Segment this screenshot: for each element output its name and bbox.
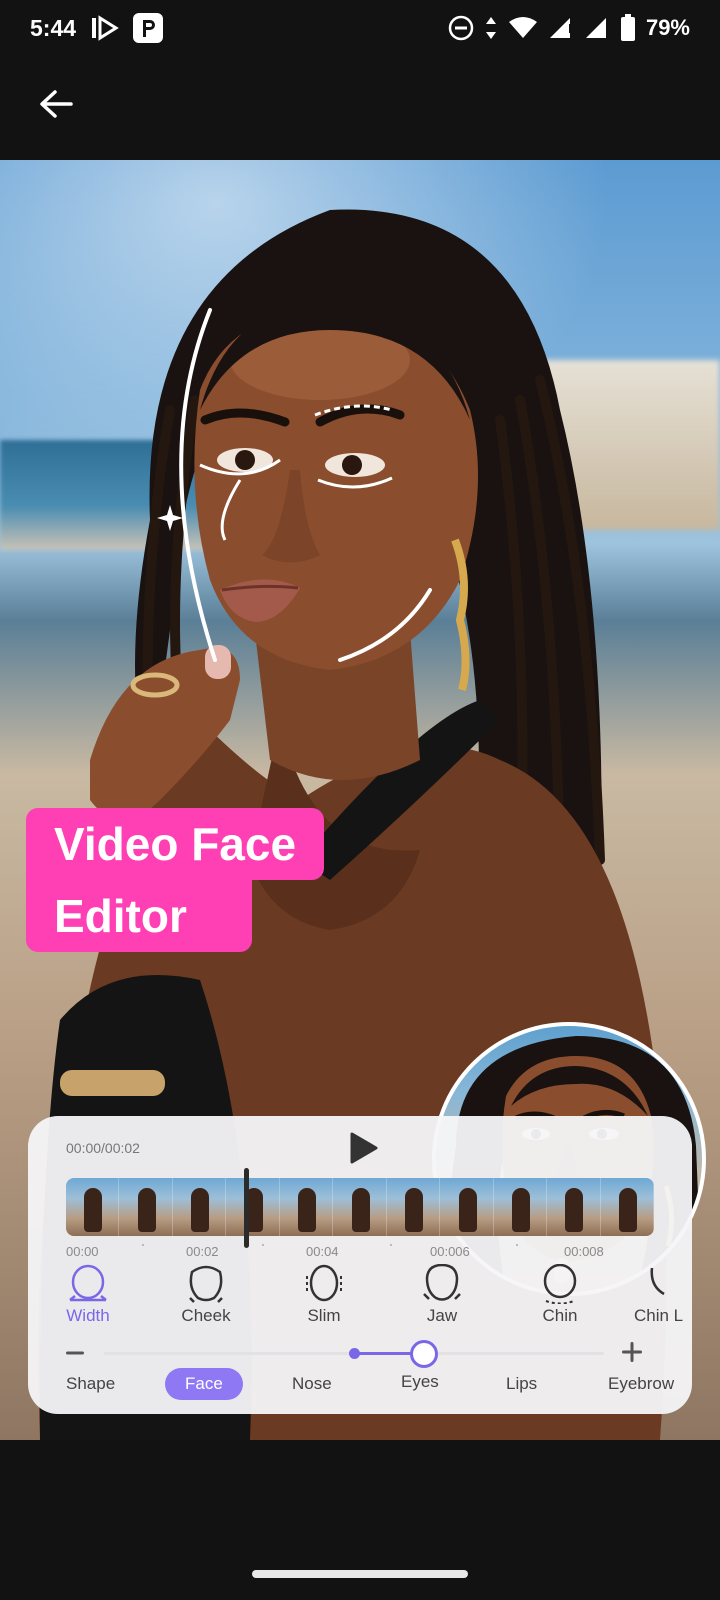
- tick-label: 00:00: [66, 1244, 99, 1259]
- category-tabs: Shape Face Nose Eyes Lips Eyebrow: [28, 1368, 692, 1404]
- tab-shape[interactable]: Shape: [66, 1368, 115, 1400]
- slider-origin-dot: [349, 1348, 360, 1359]
- tick-label: 00:006: [430, 1244, 470, 1259]
- signal-icon: [585, 18, 606, 38]
- tab-lips[interactable]: Lips: [506, 1368, 537, 1400]
- face-slim-icon: [306, 1264, 342, 1302]
- intensity-slider[interactable]: [104, 1340, 604, 1368]
- tool-label: Slim: [307, 1306, 341, 1325]
- promo-title-line-1: Video Face: [26, 808, 325, 880]
- tool-jaw[interactable]: Jaw: [392, 1264, 492, 1326]
- tick-label: 00:04: [306, 1244, 339, 1259]
- parking-app-icon: [133, 13, 164, 43]
- tick-label: 00:02: [186, 1244, 219, 1259]
- promo-title-line-2: Editor: [26, 880, 252, 952]
- data-arrows-icon: [485, 17, 496, 39]
- tab-nose[interactable]: Nose: [292, 1368, 332, 1400]
- tab-face[interactable]: Face: [165, 1368, 243, 1400]
- timeline-frame: [440, 1178, 494, 1236]
- status-bar: 5:44 79%: [0, 0, 720, 56]
- play-icon: [350, 1132, 378, 1164]
- tool-chin-length[interactable]: Chin L: [628, 1264, 692, 1326]
- home-indicator[interactable]: [252, 1570, 468, 1578]
- wifi-icon: [508, 17, 537, 38]
- tick-dot: [516, 1244, 518, 1246]
- slider-thumb[interactable]: [410, 1340, 438, 1368]
- tick-dot: [262, 1244, 264, 1246]
- face-width-icon: [69, 1264, 107, 1302]
- tool-label: Width: [66, 1306, 110, 1325]
- face-tools-row: Width Cheek Slim Jaw Chin Chin L: [28, 1264, 692, 1326]
- intensity-slider-row: [28, 1338, 692, 1368]
- battery-icon: [620, 14, 635, 41]
- face-cheek-icon: [189, 1265, 223, 1303]
- tool-cheek[interactable]: Cheek: [156, 1264, 256, 1326]
- tick-dot: [142, 1244, 144, 1246]
- tool-slim[interactable]: Slim: [274, 1264, 374, 1326]
- minus-icon[interactable]: [64, 1342, 86, 1364]
- battery-percent: 79%: [645, 15, 690, 40]
- promo-label: Video Face Editor: [26, 808, 325, 952]
- tick-label: 00:008: [564, 1244, 604, 1259]
- tool-label: Cheek: [181, 1306, 231, 1325]
- tool-chin[interactable]: Chin: [510, 1264, 610, 1326]
- back-button[interactable]: [32, 80, 80, 128]
- tool-width[interactable]: Width: [38, 1264, 138, 1326]
- tool-label: Chin: [542, 1306, 578, 1325]
- timeline-ticks: 00:00 00:02 00:04 00:006 00:008: [66, 1244, 666, 1260]
- tool-label: Chin L: [634, 1306, 684, 1325]
- timeline-frame: [493, 1178, 548, 1236]
- tab-eyebrow[interactable]: Eyebrow: [608, 1368, 674, 1400]
- signal-icon: [549, 18, 572, 38]
- arrow-left-icon: [40, 90, 73, 118]
- timeline-frame: [279, 1178, 334, 1236]
- tick-dot: [390, 1244, 392, 1246]
- timeline-frame: [333, 1178, 387, 1236]
- timeline-frame: [226, 1178, 280, 1236]
- timeline-frame: [119, 1178, 173, 1236]
- top-nav: [0, 56, 720, 160]
- face-jaw-icon: [423, 1264, 461, 1301]
- play-button[interactable]: [344, 1130, 380, 1166]
- plus-icon[interactable]: [620, 1340, 644, 1364]
- timeline-frame: [600, 1178, 654, 1236]
- timeline-frame: [547, 1178, 601, 1236]
- status-time: 5:44: [30, 14, 77, 41]
- timeline-frame: [172, 1178, 227, 1236]
- face-chin-length-icon: [650, 1267, 665, 1296]
- status-notification-icons: [90, 12, 164, 44]
- tool-label: Jaw: [426, 1306, 458, 1325]
- timeline-frame: [386, 1178, 441, 1236]
- face-chin-icon: [543, 1264, 577, 1304]
- timeline-strip[interactable]: [66, 1178, 654, 1236]
- time-readout: 00:00/00:02: [66, 1140, 140, 1156]
- face-editor-panel: 00:00/00:02 00:00 00:02 00:04 00:006 00:…: [28, 1116, 692, 1414]
- tab-eyes[interactable]: Eyes: [401, 1366, 439, 1398]
- dnd-icon: [448, 15, 474, 41]
- status-system-icons: 79%: [448, 14, 690, 42]
- media-icon: [92, 15, 119, 41]
- timeline-frame: [66, 1178, 120, 1236]
- timeline-playhead[interactable]: [244, 1168, 249, 1248]
